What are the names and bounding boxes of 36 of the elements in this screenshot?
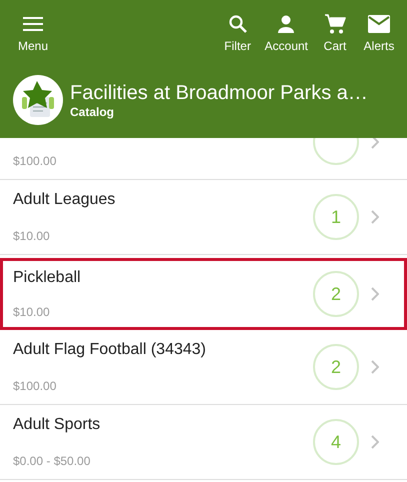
catalog-item[interactable]: $100.00 (0, 138, 407, 180)
menu-button[interactable]: Menu (8, 13, 58, 53)
count-badge: 2 (313, 344, 359, 390)
count-badge: 1 (313, 194, 359, 240)
item-price: $0.00 - $50.00 (13, 453, 92, 469)
catalog-item[interactable]: Adult Flag Football (34343) $100.00 2 (0, 330, 407, 405)
catalog-item[interactable]: Adult Sports $0.00 - $50.00 4 (0, 405, 407, 480)
item-price: $10.00 (13, 228, 51, 244)
chevron-icon (371, 210, 379, 224)
item-price: $100.00 (13, 153, 58, 169)
search-icon (228, 14, 248, 34)
item-title: Adult Leagues (13, 190, 116, 210)
count-badge: 4 (313, 419, 359, 465)
menu-icon (23, 16, 43, 32)
catalog-item[interactable]: Pickleball $10.00 2 (0, 258, 407, 330)
logo-icon (13, 75, 63, 125)
item-title: Adult Flag Football (34343) (13, 340, 207, 360)
chevron-icon (371, 287, 379, 301)
item-price: $100.00 (13, 378, 58, 394)
item-price: $10.00 (13, 304, 51, 320)
envelope-icon (368, 15, 390, 33)
person-icon (276, 14, 296, 34)
item-title: Pickleball (13, 268, 82, 288)
chevron-icon (371, 138, 379, 149)
item-title: Adult Sports (13, 415, 102, 435)
page-subtitle: Catalog (70, 104, 116, 118)
account-button[interactable]: Account (260, 13, 313, 53)
alerts-button[interactable]: Alerts (357, 13, 401, 53)
cart-icon (324, 13, 346, 35)
filter-button[interactable]: Filter (216, 13, 260, 53)
chevron-icon (371, 360, 379, 374)
chevron-icon (371, 435, 379, 449)
catalog-item[interactable]: Adult Leagues $10.00 1 (0, 180, 407, 255)
page-title: Facilities at Broadmoor Parks a… (70, 82, 368, 104)
count-badge: 2 (313, 271, 359, 317)
cart-button[interactable]: Cart (313, 13, 357, 53)
